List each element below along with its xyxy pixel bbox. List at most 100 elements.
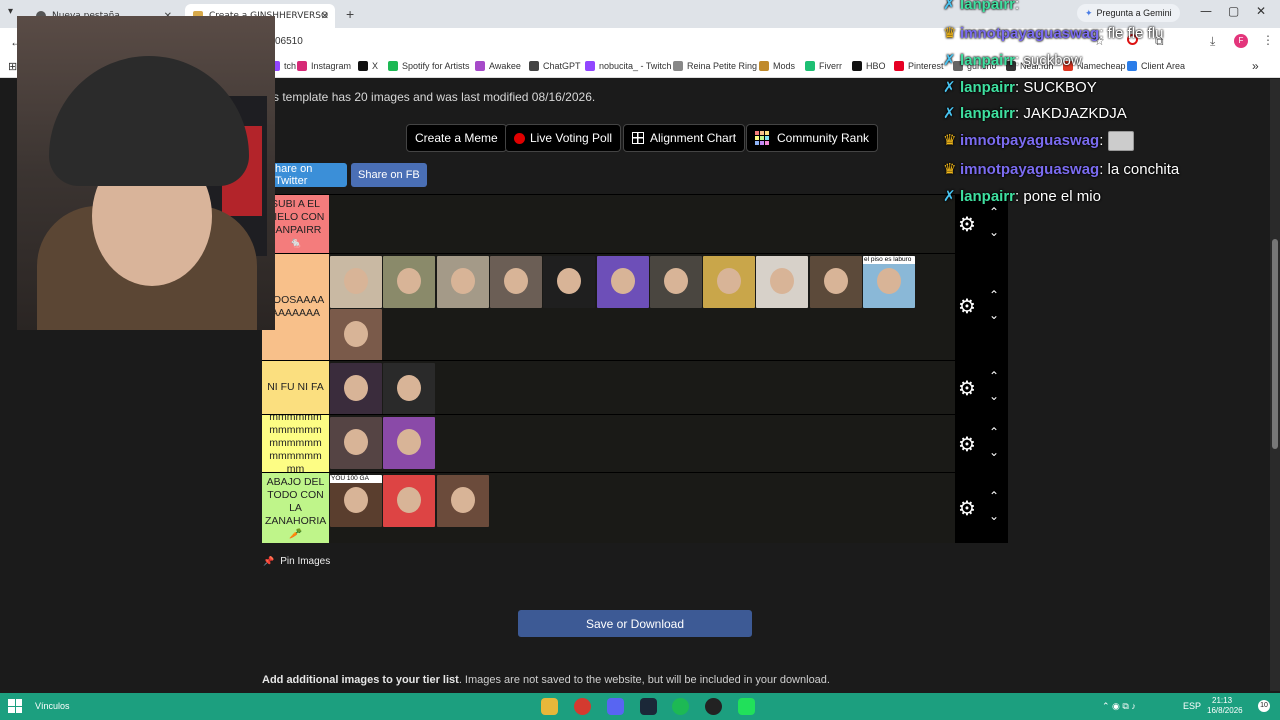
- chat-separator: :: [1099, 132, 1108, 149]
- bookmark-item[interactable]: nobucita_ - Twitch: [585, 61, 671, 71]
- language-indicator[interactable]: ESP: [1183, 701, 1201, 711]
- clock-date[interactable]: 16/8/2026: [1207, 706, 1243, 715]
- move-up-icon[interactable]: ⌃: [989, 288, 999, 302]
- menu-icon[interactable]: ⋮: [1262, 33, 1274, 47]
- tier-image[interactable]: [330, 363, 382, 415]
- gear-icon[interactable]: ⚙: [958, 376, 976, 401]
- tier-image[interactable]: YOU 100 GA: [330, 475, 382, 527]
- tier-image[interactable]: [330, 256, 382, 308]
- gear-icon[interactable]: ⚙: [958, 432, 976, 457]
- tier-image[interactable]: [756, 256, 809, 308]
- move-down-icon[interactable]: ⌄: [989, 445, 999, 459]
- tier-image[interactable]: [330, 417, 382, 469]
- tier-items-dropzone[interactable]: [329, 195, 955, 253]
- tier-label[interactable]: mmmmmmmmmmmmmmmmmmmmmmmmmm: [262, 415, 329, 472]
- share-twitter-button[interactable]: hare on Twitter: [268, 163, 347, 187]
- tier-label[interactable]: ABAJO DEL TODO CON LA ZANAHORIA 🥕: [262, 473, 329, 543]
- obs-icon[interactable]: [705, 698, 722, 715]
- thumbnail-subject: [397, 375, 422, 401]
- move-down-icon[interactable]: ⌄: [989, 509, 999, 523]
- tier-image[interactable]: [596, 256, 649, 308]
- tier-image[interactable]: [383, 475, 436, 527]
- create-meme-button[interactable]: Create a Meme: [406, 124, 507, 152]
- file-explorer-icon[interactable]: [541, 698, 558, 715]
- move-up-icon[interactable]: ⌃: [989, 425, 999, 439]
- tier-image[interactable]: [436, 475, 489, 527]
- move-down-icon[interactable]: ⌄: [989, 225, 999, 239]
- bookmark-item[interactable]: HBO: [852, 61, 886, 71]
- bookmark-icon: [852, 61, 862, 71]
- tier-items-dropzone[interactable]: YOU 100 GA: [329, 473, 955, 543]
- apps-icon[interactable]: ⊞: [8, 60, 17, 73]
- chat-text: JAKDJAZKDJA: [1023, 105, 1127, 122]
- tier-items-dropzone[interactable]: el piso es laburo: [329, 254, 955, 361]
- tier-image[interactable]: [383, 417, 436, 469]
- save-download-button[interactable]: Save or Download: [518, 610, 752, 637]
- tier-image[interactable]: [703, 256, 756, 308]
- community-rank-button[interactable]: Community Rank: [746, 124, 879, 152]
- spotify-icon[interactable]: [672, 698, 689, 715]
- windows-start-button[interactable]: [8, 699, 22, 713]
- alignment-chart-button[interactable]: Alignment Chart: [623, 124, 746, 152]
- close-tab-icon[interactable]: ✕: [321, 11, 329, 22]
- tier-image[interactable]: [436, 256, 489, 308]
- bookmark-item[interactable]: Pinterest: [894, 61, 944, 71]
- live-voting-poll-button[interactable]: Live Voting Poll: [505, 124, 622, 152]
- bookmarks-overflow-button[interactable]: »: [1252, 59, 1259, 73]
- bookmark-item[interactable]: Reina Petite Ring: [673, 61, 757, 71]
- move-up-icon[interactable]: ⌃: [989, 369, 999, 383]
- bookmark-label: HBO: [866, 61, 886, 71]
- tray-icons[interactable]: ⌃ ◉ ⧉ ♪: [1102, 701, 1136, 712]
- thumbnail-subject: [344, 487, 368, 513]
- gear-icon[interactable]: ⚙: [958, 294, 976, 319]
- bookmark-item[interactable]: Awakee: [475, 61, 521, 71]
- grid-icon: [632, 132, 644, 144]
- move-up-icon[interactable]: ⌃: [989, 489, 999, 503]
- move-down-icon[interactable]: ⌄: [989, 389, 999, 403]
- tier-image[interactable]: el piso es laburo: [863, 256, 915, 308]
- bookmark-item[interactable]: X: [358, 61, 378, 71]
- bookmark-item[interactable]: Mods: [759, 61, 795, 71]
- moderator-badge-icon: ✗: [943, 0, 956, 13]
- pin-images-toggle[interactable]: 📌 Pin Images: [263, 556, 330, 567]
- move-down-icon[interactable]: ⌄: [989, 308, 999, 322]
- tier-items-dropzone[interactable]: [329, 361, 955, 415]
- bookmark-item[interactable]: Instagram: [297, 61, 351, 71]
- links-toolbar[interactable]: Vínculos: [35, 701, 70, 711]
- app-icon[interactable]: [738, 698, 755, 715]
- bookmark-item[interactable]: Spotify for Artists: [388, 61, 470, 71]
- thumbnail-subject: [877, 268, 901, 294]
- bookmark-icon: [585, 61, 595, 71]
- tier-row: ABAJO DEL TODO CON LA ZANAHORIA 🥕 YOU 10…: [262, 472, 1008, 543]
- bookmark-item[interactable]: ChatGPT: [529, 61, 581, 71]
- bookmark-item[interactable]: Fiverr: [805, 61, 842, 71]
- scrollbar[interactable]: [1270, 79, 1280, 691]
- tier-image[interactable]: [383, 256, 436, 308]
- thumbnail-caption: YOU 100 GA: [330, 475, 382, 483]
- chat-username: imnotpayaguaswag: [960, 25, 1100, 42]
- tier-row: NI FU NI FA ⚙ ⌃ ⌄: [262, 360, 1008, 415]
- close-window-button[interactable]: ✕: [1256, 4, 1266, 18]
- scrollbar-thumb[interactable]: [1272, 239, 1278, 449]
- tier-label[interactable]: NI FU NI FA: [262, 361, 329, 414]
- tier-items-dropzone[interactable]: [329, 415, 955, 472]
- tier-image[interactable]: [489, 256, 542, 308]
- discord-icon[interactable]: [607, 698, 624, 715]
- tier-image[interactable]: [383, 363, 436, 415]
- tab-menu-icon[interactable]: ▾: [8, 6, 13, 17]
- tier-image[interactable]: [809, 256, 862, 308]
- new-tab-button[interactable]: +: [346, 6, 354, 22]
- share-fb-button[interactable]: Share on FB: [351, 163, 427, 187]
- tier-image[interactable]: [649, 256, 702, 308]
- clock-time[interactable]: 21:13: [1212, 696, 1232, 705]
- tier-image[interactable]: [543, 256, 596, 308]
- chat-message: ✗ lanpairr:: [943, 0, 1019, 13]
- moderator-badge-icon: ✗: [943, 188, 956, 205]
- notification-badge[interactable]: 10: [1258, 700, 1270, 712]
- steam-icon[interactable]: [640, 698, 657, 715]
- chrome-taskbar-icon[interactable]: [574, 698, 591, 715]
- gear-icon[interactable]: ⚙: [958, 212, 976, 237]
- tier-image[interactable]: [330, 309, 382, 361]
- gear-icon[interactable]: ⚙: [958, 496, 976, 521]
- url-field[interactable]: 06510: [275, 36, 303, 47]
